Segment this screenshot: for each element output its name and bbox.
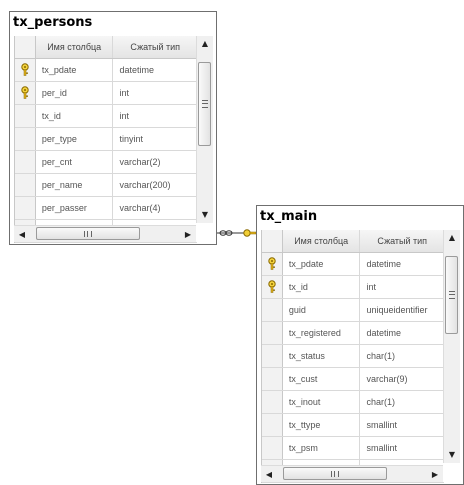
row-selector[interactable] [262, 322, 283, 344]
scroll-down-arrow-icon[interactable]: ▼ [444, 447, 460, 463]
vertical-scrollbar[interactable]: ▲ ▼ [443, 230, 460, 463]
table-row[interactable]: per_name varchar(200) [15, 174, 197, 197]
column-name-cell[interactable]: per_id [36, 82, 114, 104]
column-name-cell[interactable]: per_type [36, 128, 114, 150]
header-column-type[interactable]: Сжатый тип [113, 36, 197, 58]
primary-key-icon[interactable] [262, 253, 283, 275]
table-title[interactable]: tx_main [257, 206, 463, 228]
column-type-cell[interactable]: int [360, 276, 444, 298]
row-selector[interactable] [15, 197, 36, 219]
table-row[interactable]: tx_status char(1) [262, 345, 444, 368]
vertical-scrollbar[interactable]: ▲ ▼ [196, 36, 213, 223]
column-name-cell[interactable]: tx_pdate [283, 253, 361, 275]
scroll-right-arrow-icon[interactable]: ▶ [427, 466, 443, 482]
table-row[interactable]: tx_pdate datetime [262, 253, 444, 276]
column-name-cell[interactable]: per_name [36, 174, 114, 196]
column-type-cell[interactable]: int [113, 82, 197, 104]
column-type-cell[interactable]: varchar(4) [113, 197, 197, 219]
column-type-cell[interactable]: smallint [360, 414, 444, 436]
horizontal-scroll-thumb[interactable] [283, 467, 387, 480]
horizontal-scrollbar[interactable]: ◀ ▶ [261, 465, 443, 482]
column-name-cell[interactable]: tx_inout [283, 391, 361, 413]
vertical-scroll-thumb[interactable] [198, 62, 211, 146]
table-row[interactable]: tx_id int [15, 105, 197, 128]
header-column-type[interactable]: Сжатый тип [360, 230, 444, 252]
scroll-left-arrow-icon[interactable]: ◀ [261, 466, 277, 482]
table-row[interactable]: per_type tinyint [15, 128, 197, 151]
table-row[interactable]: tx_pdate datetime [15, 59, 197, 82]
vertical-scroll-thumb[interactable] [445, 256, 458, 334]
column-name-cell[interactable]: per_passer [36, 197, 114, 219]
column-type-cell[interactable]: varchar(9) [360, 368, 444, 390]
scroll-down-arrow-icon[interactable]: ▼ [197, 207, 213, 223]
relationship-key-end-icon [243, 229, 257, 237]
column-type-cell[interactable]: datetime [113, 59, 197, 81]
grid-rows: tx_pdate datetime tx_id int guid uniqueidenti… [262, 253, 444, 483]
column-type-cell[interactable]: varchar(200) [113, 174, 197, 196]
row-selector[interactable] [262, 299, 283, 321]
scroll-up-arrow-icon[interactable]: ▲ [197, 36, 213, 52]
table-tx-persons[interactable]: tx_persons Имя столбца Сжатый тип tx_pda… [9, 11, 217, 245]
column-type-cell[interactable]: smallint [360, 437, 444, 459]
column-type-cell[interactable]: int [113, 105, 197, 127]
table-row[interactable]: tx_id int [262, 276, 444, 299]
table-row[interactable]: per_id int [15, 82, 197, 105]
column-type-cell[interactable]: char(1) [360, 391, 444, 413]
horizontal-scroll-thumb[interactable] [36, 227, 140, 240]
row-selector[interactable] [15, 105, 36, 127]
table-tx-main[interactable]: tx_main Имя столбца Сжатый тип tx_pdate d… [256, 205, 464, 485]
row-selector[interactable] [15, 151, 36, 173]
grid-header: Имя столбца Сжатый тип [15, 36, 197, 59]
column-name-cell[interactable]: tx_registered [283, 322, 361, 344]
header-column-name[interactable]: Имя столбца [283, 230, 361, 252]
column-name-cell[interactable]: tx_id [283, 276, 361, 298]
grid-rows: tx_pdate datetime per_id int tx_id int per_typ… [15, 59, 197, 243]
table-row[interactable]: tx_registered datetime [262, 322, 444, 345]
horizontal-scrollbar[interactable]: ◀ ▶ [14, 225, 196, 242]
column-name-cell[interactable]: tx_cust [283, 368, 361, 390]
column-name-cell[interactable]: tx_psm [283, 437, 361, 459]
column-type-cell[interactable]: datetime [360, 253, 444, 275]
column-type-cell[interactable]: datetime [360, 322, 444, 344]
table-row[interactable]: tx_inout char(1) [262, 391, 444, 414]
table-row[interactable]: tx_cust varchar(9) [262, 368, 444, 391]
scroll-up-arrow-icon[interactable]: ▲ [444, 230, 460, 246]
row-selector[interactable] [262, 345, 283, 367]
column-type-cell[interactable]: uniqueidentifier [360, 299, 444, 321]
column-name-cell[interactable]: tx_pdate [36, 59, 114, 81]
table-row[interactable]: per_passer varchar(4) [15, 197, 197, 220]
scroll-left-arrow-icon[interactable]: ◀ [14, 226, 30, 242]
primary-key-icon[interactable] [15, 82, 36, 104]
column-type-cell[interactable]: tinyint [113, 128, 197, 150]
grid-header: Имя столбца Сжатый тип [262, 230, 444, 253]
primary-key-icon[interactable] [15, 59, 36, 81]
column-name-cell[interactable]: per_cnt [36, 151, 114, 173]
columns-grid: Имя столбца Сжатый тип tx_pdate datetime t… [261, 230, 444, 483]
column-name-cell[interactable]: tx_ttype [283, 414, 361, 436]
column-type-cell[interactable]: varchar(2) [113, 151, 197, 173]
column-name-cell[interactable]: tx_status [283, 345, 361, 367]
row-selector[interactable] [262, 437, 283, 459]
row-selector[interactable] [262, 391, 283, 413]
header-column-name[interactable]: Имя столбца [36, 36, 114, 58]
row-selector[interactable] [262, 414, 283, 436]
row-selector[interactable] [15, 174, 36, 196]
column-name-cell[interactable]: guid [283, 299, 361, 321]
table-title[interactable]: tx_persons [10, 12, 216, 34]
primary-key-icon[interactable] [262, 276, 283, 298]
row-selector[interactable] [262, 368, 283, 390]
table-row[interactable]: guid uniqueidentifier [262, 299, 444, 322]
columns-grid: Имя столбца Сжатый тип tx_pdate datetime p… [14, 36, 197, 243]
scroll-right-arrow-icon[interactable]: ▶ [180, 226, 196, 242]
row-selector[interactable] [15, 128, 36, 150]
table-row[interactable]: tx_ttype smallint [262, 414, 444, 437]
table-row[interactable]: tx_psm smallint [262, 437, 444, 460]
table-row[interactable]: per_cnt varchar(2) [15, 151, 197, 174]
column-name-cell[interactable]: tx_id [36, 105, 114, 127]
column-type-cell[interactable]: char(1) [360, 345, 444, 367]
